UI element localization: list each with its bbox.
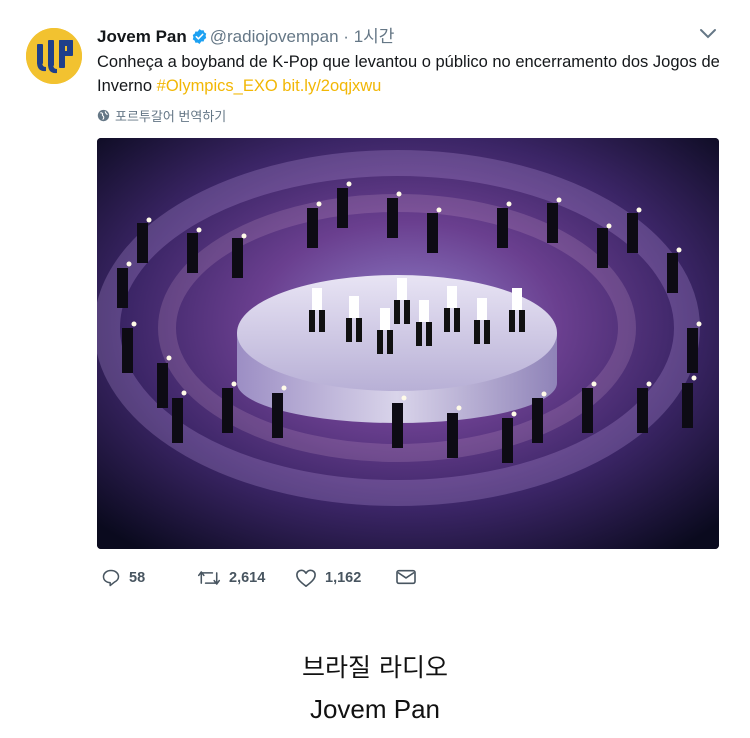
caption-station-name: Jovem Pan — [309, 694, 441, 724]
author-name[interactable]: Jovem Pan — [97, 27, 187, 46]
message-icon — [396, 569, 416, 585]
url-link[interactable]: bit.ly/2oqjxwu — [282, 77, 381, 95]
caption-korean: 브라질 라디오 — [302, 653, 448, 682]
jovem-pan-logo — [26, 28, 82, 84]
like-count: 1,162 — [325, 570, 362, 586]
hashtag-link[interactable]: #Olympics_EXO — [157, 77, 278, 95]
avatar[interactable] — [26, 28, 82, 84]
tweet-card: Jovem Pan @radiojovempan · 1시간 Conheça a … — [0, 0, 750, 600]
performance-stage-image — [97, 138, 719, 549]
tweet-photo[interactable] — [97, 138, 719, 549]
tweet-timestamp[interactable]: 1시간 — [354, 27, 395, 46]
verified-badge-icon — [191, 28, 208, 50]
translate-button[interactable]: 포르투갈어 번역하기 — [97, 106, 226, 125]
globe-icon — [97, 109, 110, 122]
like-button[interactable]: 1,162 — [295, 568, 361, 588]
reply-icon — [102, 569, 120, 587]
message-button[interactable] — [395, 568, 417, 586]
reply-button[interactable]: 58 — [101, 568, 145, 588]
tweet-text: Conheça a boyband de K-Pop que levantou … — [97, 50, 727, 98]
reply-count: 58 — [129, 570, 146, 586]
tweet-header: Jovem Pan @radiojovempan · 1시간 — [97, 22, 394, 50]
retweet-button[interactable]: 2,614 — [197, 568, 265, 588]
retweet-count: 2,614 — [229, 570, 266, 586]
retweet-icon — [197, 571, 221, 585]
header-separator: · — [343, 27, 349, 46]
author-handle[interactable]: @radiojovempan — [210, 27, 339, 46]
like-icon — [296, 569, 316, 587]
translate-label: 포르투갈어 번역하기 — [115, 109, 227, 124]
chevron-down-icon[interactable] — [698, 26, 718, 42]
